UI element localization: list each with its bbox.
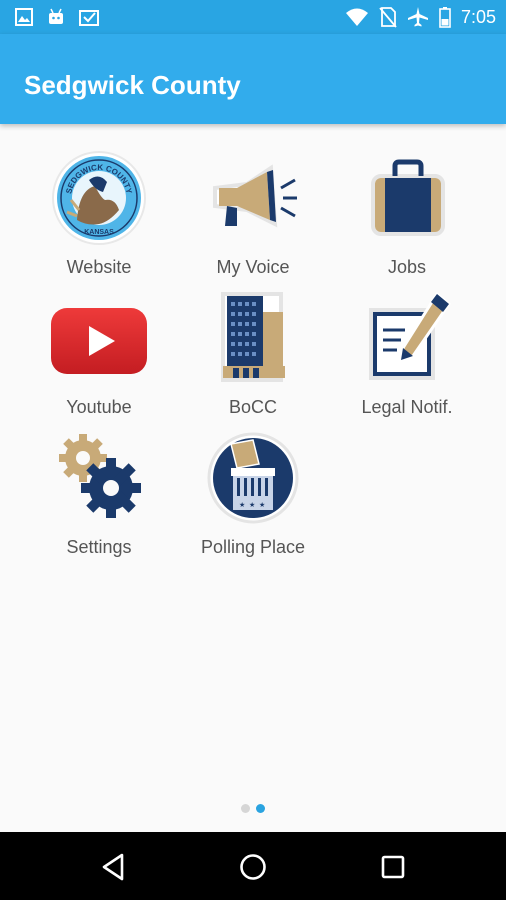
tile-label: Polling Place [200, 537, 306, 557]
briefcase-icon [371, 159, 445, 236]
battery-icon [439, 7, 451, 28]
document-pen-icon [369, 291, 452, 380]
android-icon [49, 8, 63, 24]
page-dot-2-active[interactable] [256, 804, 265, 813]
tile-label: Website [66, 257, 132, 277]
notification-icons [14, 7, 100, 27]
tile-label: My Voice [216, 257, 290, 277]
system-icons: 7:05 [345, 6, 496, 28]
status-bar: 7:05 [0, 0, 506, 34]
ballot-box-icon: ★ ★ ★ [207, 432, 299, 524]
tile-jobs[interactable]: Jobs [332, 150, 482, 278]
county-seal-icon: SEDGWICK COUNTY KANSAS [52, 151, 146, 245]
tile-my-voice[interactable]: My Voice [178, 150, 328, 278]
youtube-icon [51, 308, 147, 374]
svg-text:★: ★ [239, 501, 245, 509]
airplane-icon [407, 7, 428, 27]
tile-label: BoCC [228, 397, 277, 417]
building-icon [221, 292, 285, 382]
tile-polling-place[interactable]: ★ ★ ★ Polling Place [178, 430, 328, 558]
wifi-icon [345, 8, 368, 26]
download-done-icon [79, 10, 99, 26]
gears-icon [59, 434, 141, 518]
page-dot-1[interactable] [241, 804, 250, 813]
home-icon[interactable] [236, 850, 270, 884]
tile-website[interactable]: SEDGWICK COUNTY KANSAS Website [24, 150, 174, 278]
tile-youtube[interactable]: Youtube [24, 290, 174, 418]
megaphone-icon [213, 164, 297, 228]
navigation-bar [0, 832, 506, 900]
svg-text:★: ★ [259, 501, 265, 509]
page-indicator [0, 804, 506, 813]
seal-bottom-text: KANSAS [84, 229, 114, 236]
tile-bocc[interactable]: BoCC [178, 290, 328, 418]
tile-label: Legal Notif. [361, 397, 453, 417]
no-sim-icon [379, 7, 397, 28]
recents-icon[interactable] [376, 850, 410, 884]
tile-legal-notif[interactable]: Legal Notif. [332, 290, 482, 418]
tile-label: Settings [66, 537, 132, 557]
status-time: 7:05 [460, 6, 496, 27]
back-icon[interactable] [96, 850, 130, 884]
tile-label: Jobs [387, 257, 427, 277]
image-icon [15, 8, 33, 26]
tile-settings[interactable]: Settings [24, 430, 174, 558]
app-title: Sedgwick County [24, 70, 241, 100]
app-bar: Sedgwick County [0, 34, 506, 124]
svg-text:★: ★ [249, 501, 255, 509]
tile-label: Youtube [66, 397, 132, 417]
